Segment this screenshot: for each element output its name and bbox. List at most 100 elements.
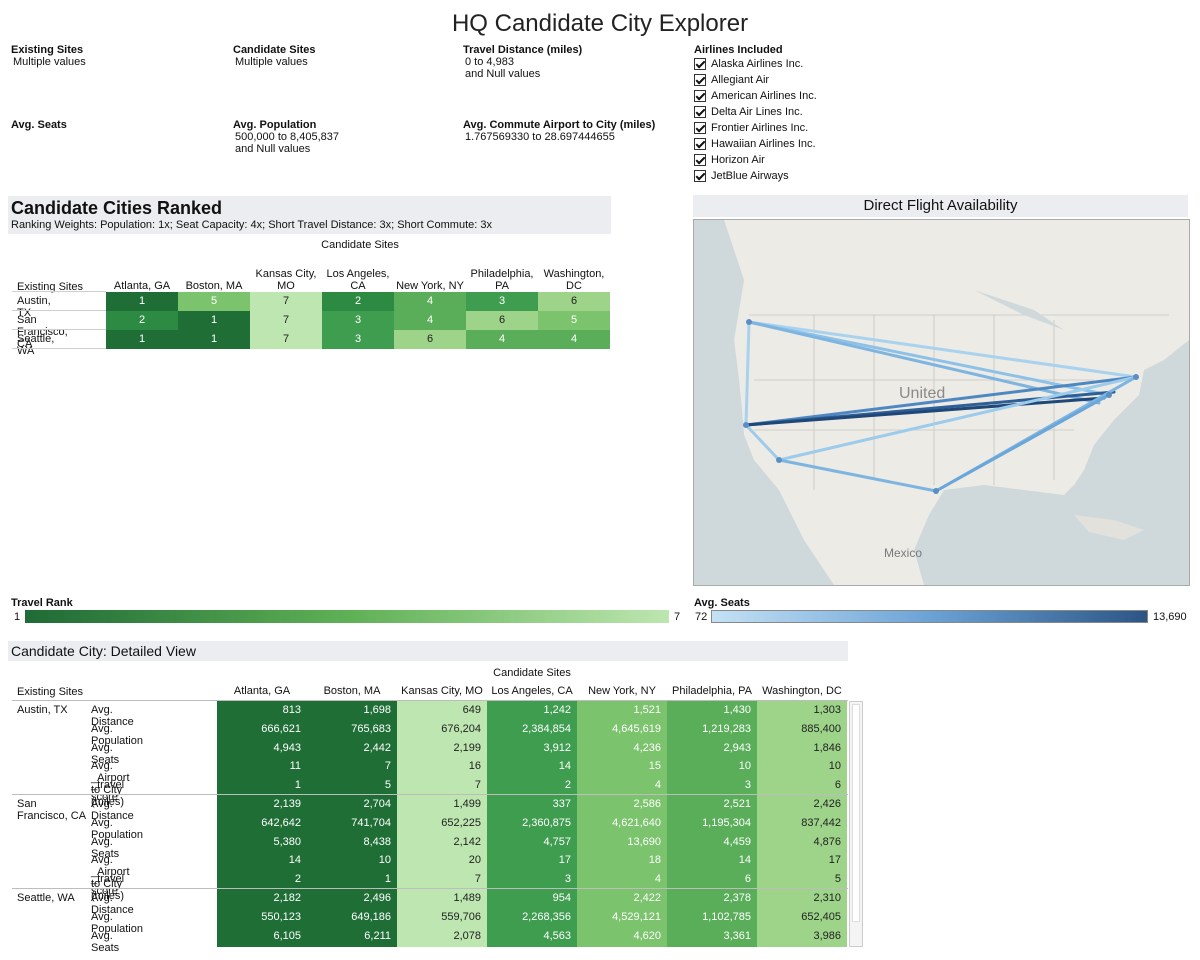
detail-value-cell[interactable]: 3,986 (757, 930, 847, 942)
detail-value-cell[interactable]: 642,642 (217, 817, 307, 829)
rank-cell[interactable]: 4 (466, 330, 538, 349)
detail-value-cell[interactable]: 2,704 (307, 798, 397, 810)
ranked-col-header[interactable]: Philadelphia, PA (466, 268, 538, 292)
detail-value-cell[interactable]: 5 (307, 779, 397, 791)
rank-cell[interactable]: 6 (538, 292, 610, 311)
ranked-col-header[interactable]: Kansas City, MO (250, 268, 322, 292)
ranked-col-header[interactable]: Washington, DC (538, 268, 610, 292)
airline-checkbox-item[interactable]: American Airlines Inc. (694, 88, 914, 104)
detail-value-cell[interactable]: 4,620 (577, 930, 667, 942)
detail-value-cell[interactable]: 7 (397, 873, 487, 885)
ranked-col-header[interactable]: Los Angeles, CA (322, 268, 394, 292)
rank-cell[interactable]: 7 (250, 292, 322, 311)
detail-value-cell[interactable]: 6 (667, 873, 757, 885)
rank-cell[interactable]: 6 (394, 330, 466, 349)
detail-value-cell[interactable]: 652,405 (757, 911, 847, 923)
checkbox-checked-icon[interactable] (694, 58, 706, 70)
detail-value-cell[interactable]: 2 (487, 779, 577, 791)
checkbox-checked-icon[interactable] (694, 170, 706, 182)
detail-col-header[interactable]: Washington, DC (757, 685, 847, 697)
ranked-col-header[interactable]: Boston, MA (178, 280, 250, 292)
detail-value-cell[interactable]: 741,704 (307, 817, 397, 829)
detail-value-cell[interactable]: 15 (577, 760, 667, 772)
ranked-col-header[interactable]: New York, NY (394, 280, 466, 292)
detail-value-cell[interactable]: 649,186 (307, 911, 397, 923)
detail-value-cell[interactable]: 4,529,121 (577, 911, 667, 923)
detail-scrollbar[interactable] (849, 701, 863, 947)
detail-value-cell[interactable]: 8,438 (307, 836, 397, 848)
detail-value-cell[interactable]: 20 (397, 854, 487, 866)
detail-value-cell[interactable]: 1,698 (307, 704, 397, 716)
detail-value-cell[interactable]: 1,102,785 (667, 911, 757, 923)
detail-value-cell[interactable]: 6,211 (307, 930, 397, 942)
rank-cell[interactable]: 4 (394, 311, 466, 330)
detail-value-cell[interactable]: 2,442 (307, 742, 397, 754)
rank-cell[interactable]: 7 (250, 330, 322, 349)
detail-col-header[interactable]: New York, NY (577, 685, 667, 697)
city-marker[interactable] (746, 319, 752, 325)
detail-value-cell[interactable]: 885,400 (757, 723, 847, 735)
detail-value-cell[interactable]: 550,123 (217, 911, 307, 923)
rank-cell[interactable]: 6 (466, 311, 538, 330)
airline-checkbox-item[interactable]: Frontier Airlines Inc. (694, 120, 914, 136)
rank-cell[interactable]: 7 (250, 311, 322, 330)
ranked-col-header[interactable]: Atlanta, GA (106, 280, 178, 292)
detail-col-header[interactable]: Los Angeles, CA (487, 685, 577, 697)
city-marker[interactable] (1133, 374, 1139, 380)
checkbox-checked-icon[interactable] (694, 90, 706, 102)
rank-cell[interactable]: 5 (538, 311, 610, 330)
detail-value-cell[interactable]: 4 (577, 779, 667, 791)
filter-avg-seats[interactable]: Avg. Seats (11, 119, 67, 131)
airline-checkbox-item[interactable]: JetBlue Airways (694, 168, 914, 184)
filter-travel-distance[interactable]: Travel Distance (miles) 0 to 4,983 and N… (463, 44, 582, 80)
checkbox-checked-icon[interactable] (694, 106, 706, 118)
detail-value-cell[interactable]: 14 (667, 854, 757, 866)
detail-value-cell[interactable]: 2,310 (757, 892, 847, 904)
detail-value-cell[interactable]: 1,489 (397, 892, 487, 904)
flight-map[interactable]: United Mexico (693, 219, 1190, 586)
detail-value-cell[interactable]: 2,384,854 (487, 723, 577, 735)
detail-value-cell[interactable]: 3 (667, 779, 757, 791)
detail-value-cell[interactable]: 3 (487, 873, 577, 885)
checkbox-checked-icon[interactable] (694, 154, 706, 166)
detail-value-cell[interactable]: 17 (757, 854, 847, 866)
city-marker[interactable] (776, 457, 782, 463)
rank-cell[interactable]: 2 (106, 311, 178, 330)
detail-value-cell[interactable]: 4,236 (577, 742, 667, 754)
filter-avg-commute[interactable]: Avg. Commute Airport to City (miles) 1.7… (463, 119, 655, 143)
detail-value-cell[interactable]: 2,378 (667, 892, 757, 904)
detail-value-cell[interactable]: 16 (397, 760, 487, 772)
rank-cell[interactable]: 2 (322, 292, 394, 311)
detail-value-cell[interactable]: 2,182 (217, 892, 307, 904)
detail-value-cell[interactable]: 5,380 (217, 836, 307, 848)
detail-value-cell[interactable]: 1,499 (397, 798, 487, 810)
detail-value-cell[interactable]: 7 (397, 779, 487, 791)
detail-value-cell[interactable]: 2,199 (397, 742, 487, 754)
detail-value-cell[interactable]: 765,683 (307, 723, 397, 735)
rank-cell[interactable]: 3 (466, 292, 538, 311)
rank-cell[interactable]: 4 (394, 292, 466, 311)
detail-value-cell[interactable]: 1 (217, 779, 307, 791)
detail-value-cell[interactable]: 1,430 (667, 704, 757, 716)
detail-value-cell[interactable]: 2,426 (757, 798, 847, 810)
checkbox-checked-icon[interactable] (694, 74, 706, 86)
detail-value-cell[interactable]: 2,078 (397, 930, 487, 942)
detail-value-cell[interactable]: 1,195,304 (667, 817, 757, 829)
filter-candidate-sites[interactable]: Candidate Sites Multiple values (233, 44, 316, 68)
detail-value-cell[interactable]: 2 (217, 873, 307, 885)
detail-value-cell[interactable]: 14 (217, 854, 307, 866)
detail-value-cell[interactable]: 7 (307, 760, 397, 772)
detail-value-cell[interactable]: 6 (757, 779, 847, 791)
filter-existing-sites[interactable]: Existing Sites Multiple values (11, 44, 86, 68)
detail-col-header[interactable]: Kansas City, MO (397, 685, 487, 697)
detail-value-cell[interactable]: 337 (487, 798, 577, 810)
detail-value-cell[interactable]: 649 (397, 704, 487, 716)
detail-value-cell[interactable]: 1,303 (757, 704, 847, 716)
detail-value-cell[interactable]: 813 (217, 704, 307, 716)
detail-value-cell[interactable]: 559,706 (397, 911, 487, 923)
detail-value-cell[interactable]: 4,563 (487, 930, 577, 942)
rank-cell[interactable]: 1 (106, 330, 178, 349)
detail-value-cell[interactable]: 4,876 (757, 836, 847, 848)
detail-value-cell[interactable]: 4,621,640 (577, 817, 667, 829)
scrollbar-thumb[interactable] (852, 704, 860, 922)
